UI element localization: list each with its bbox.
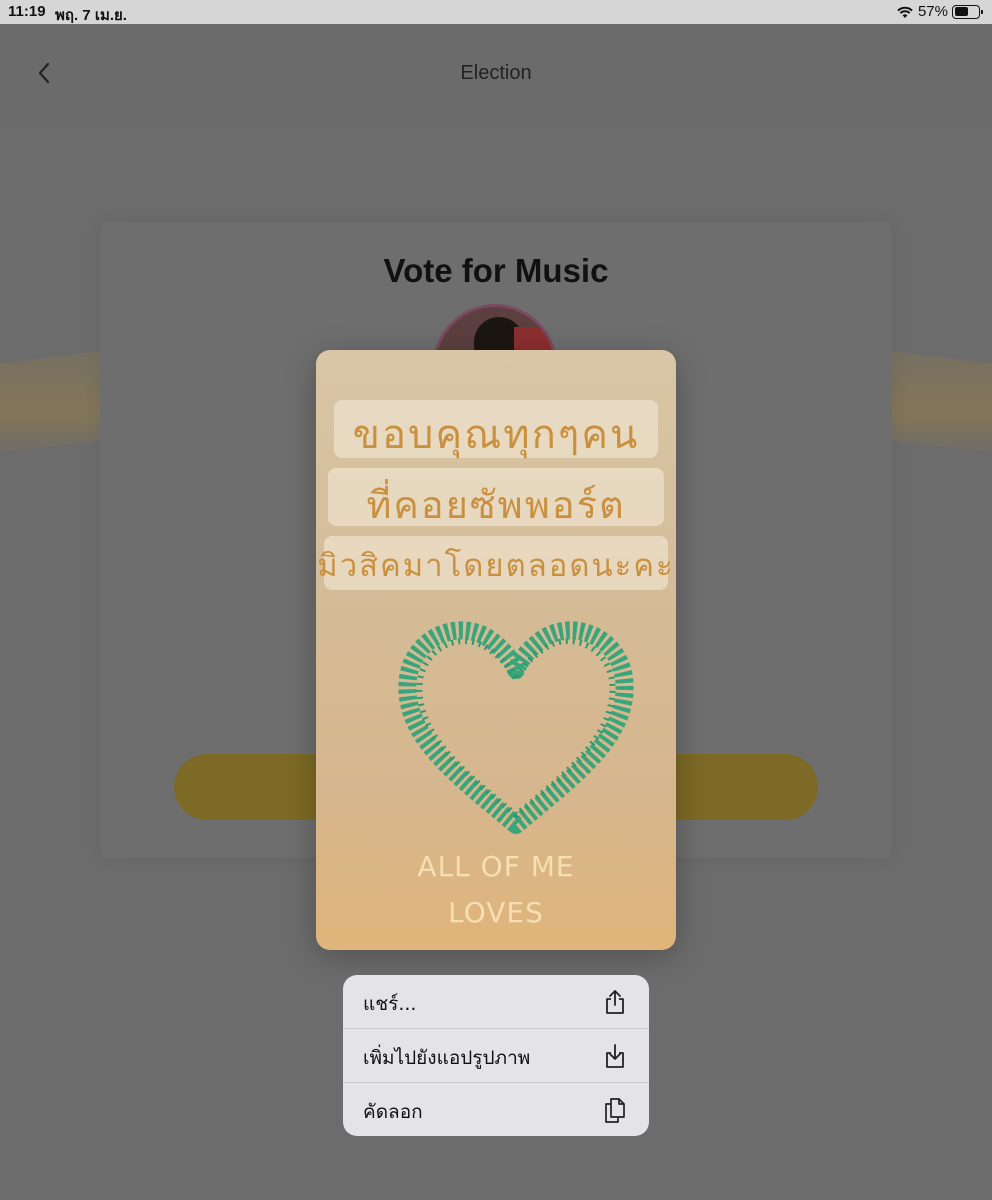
nav-bar: Election — [0, 24, 992, 122]
english-text-line-2: LOVES — [448, 896, 544, 929]
share-icon — [606, 990, 624, 1014]
battery-percent: 57% — [917, 3, 948, 20]
thai-text-line-1: ขอบคุณทุกๆคน — [352, 412, 640, 458]
thai-text-line-2: ที่คอยซัพพอร์ต — [366, 483, 626, 527]
english-text-line-1: ALL OF ME — [417, 850, 575, 883]
status-right: 57% — [896, 3, 983, 20]
save-to-photos-icon — [606, 1044, 624, 1068]
menu-item-label: คัดลอก — [363, 1101, 423, 1123]
image-preview[interactable]: ขอบคุณทุกๆคน ที่คอยซัพพอร์ต มิวสิคมาโดยต… — [316, 350, 676, 950]
menu-item-save-to-photos[interactable]: เพิ่มไปยังแอปรูปภาพ — [343, 1028, 649, 1081]
thai-text-line-3: มิวสิคมาโดยตลอดนะคะ — [317, 548, 675, 584]
context-menu: แชร์... เพิ่มไปยังแอปรูปภาพ คัดลอก — [343, 975, 649, 1136]
copy-icon — [605, 1098, 625, 1123]
menu-item-share[interactable]: แชร์... — [343, 975, 649, 1028]
battery-icon — [952, 4, 983, 19]
status-time: 11:19 — [8, 3, 46, 20]
menu-item-copy[interactable]: คัดลอก — [343, 1082, 649, 1135]
menu-item-label: แชร์... — [363, 993, 417, 1015]
card-title: Vote for Music — [383, 252, 609, 289]
menu-item-label: เพิ่มไปยังแอปรูปภาพ — [363, 1047, 531, 1069]
wreath-heart-icon — [398, 621, 634, 834]
status-bar: 11:19 พฤ. 7 เม.ย. 57% — [0, 0, 992, 24]
wifi-icon — [897, 6, 913, 18]
nav-title: Election — [460, 62, 532, 84]
